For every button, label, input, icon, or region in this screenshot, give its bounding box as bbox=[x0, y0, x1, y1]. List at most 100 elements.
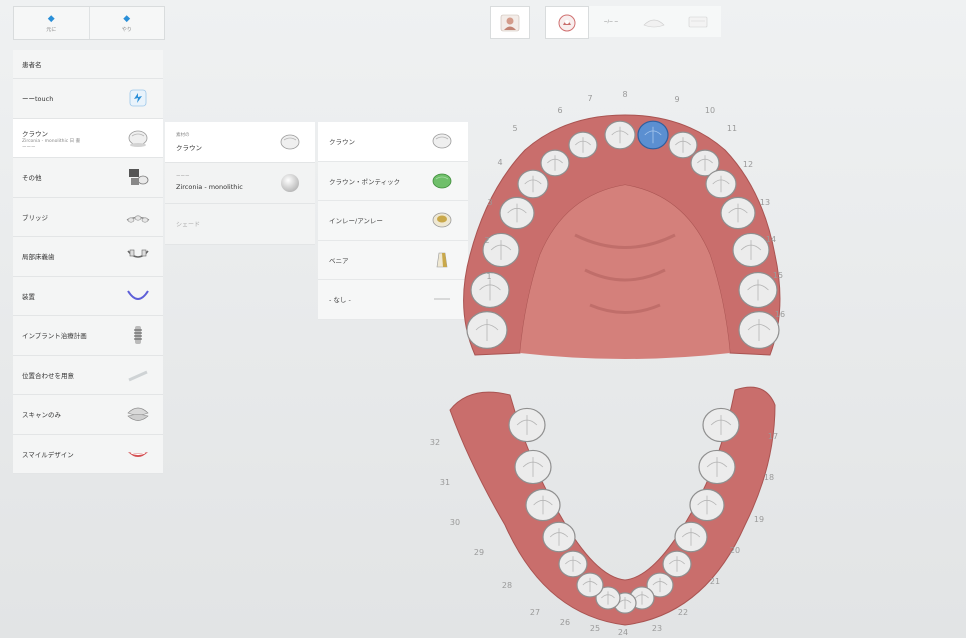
undo-label: 元に bbox=[46, 26, 57, 33]
tooth-number-10: 10 bbox=[705, 106, 715, 115]
panel-item-label: 位置合わせを用意 bbox=[22, 371, 74, 380]
tooth-number-23: 23 bbox=[652, 624, 662, 633]
tooth-number-24: 24 bbox=[618, 628, 628, 637]
panel-item-shade: ーーー bbox=[22, 144, 36, 150]
tooth-number-3: 3 bbox=[487, 198, 492, 207]
material-column: 素材の クラウン ーーー Zirconia - monolithic シェード bbox=[165, 122, 315, 245]
crown-icon bbox=[128, 130, 148, 147]
patient-name-label: 患者名 bbox=[22, 61, 42, 69]
material-item-caption: 素材の bbox=[176, 133, 190, 138]
undo-button[interactable]: ◆ 元に bbox=[14, 7, 89, 39]
redo-button[interactable]: ◆ やり bbox=[88, 7, 165, 39]
tooth-number-18: 18 bbox=[764, 473, 774, 482]
shade-label: シェード bbox=[176, 221, 201, 229]
bridge-icon bbox=[126, 215, 150, 223]
tooth-number-22: 22 bbox=[678, 608, 688, 617]
redo-arrow-icon: ◆ bbox=[123, 13, 131, 24]
restoration-toolbar: ー/ー ー bbox=[545, 6, 721, 39]
tooth-number-6: 6 bbox=[557, 106, 562, 115]
tooth-number-2: 2 bbox=[484, 236, 489, 245]
tooth-number-5: 5 bbox=[512, 124, 517, 133]
tooth-number-14: 14 bbox=[766, 235, 776, 244]
tooth-number-9: 9 bbox=[674, 95, 679, 104]
material-item-shade[interactable]: シェード bbox=[165, 204, 315, 245]
panel-item-label: クラウン bbox=[22, 129, 48, 138]
panel-header: 患者名 bbox=[13, 50, 163, 79]
panel-item-label: 局部床義歯 bbox=[22, 253, 55, 262]
tooth-number-31: 31 bbox=[440, 478, 450, 487]
panel-item-label: ーーtouch bbox=[22, 95, 54, 104]
material-item-label: Zirconia - monolithic bbox=[176, 183, 243, 191]
tooth-number-26: 26 bbox=[560, 618, 570, 627]
panel-item-implant[interactable]: インプラント治療計画 bbox=[13, 316, 163, 356]
jaw-view-icon bbox=[643, 19, 665, 27]
tooth-number-32: 32 bbox=[430, 438, 440, 447]
panel-item-alignment[interactable]: 位置合わせを用意 bbox=[13, 356, 163, 395]
implant-icon bbox=[134, 326, 142, 345]
tooth-view-button[interactable]: ー/ー ー bbox=[589, 6, 633, 37]
jaw-view-button[interactable] bbox=[633, 6, 675, 37]
panel-item-crown[interactable]: クラウン Zirconia - monolithic 日 書 ーーー bbox=[13, 118, 163, 158]
scan-only-icon bbox=[127, 407, 149, 422]
panel-item-appliance[interactable]: 装置 bbox=[13, 277, 163, 316]
tooth-number-30: 30 bbox=[450, 518, 460, 527]
restoration-view-button[interactable] bbox=[545, 6, 589, 39]
panel-item-label: スキャンのみ bbox=[22, 411, 61, 420]
material-item-caption: ーーー bbox=[176, 174, 190, 179]
tooth-number-15: 15 bbox=[773, 271, 783, 280]
panel-item-label: ブリッジ bbox=[22, 213, 48, 222]
other-icon bbox=[129, 169, 149, 186]
scan-view-icon bbox=[688, 16, 708, 27]
tooth-number-21: 21 bbox=[710, 577, 720, 586]
restoration-view-icon bbox=[558, 14, 576, 31]
tooth-view-label: ー/ー ー bbox=[603, 18, 619, 24]
appliance-icon bbox=[127, 290, 149, 300]
tooth-number-13: 13 bbox=[760, 198, 770, 207]
tooth-number-27: 27 bbox=[530, 608, 540, 617]
tooth-number-17: 17 bbox=[768, 432, 778, 441]
view-toolbar bbox=[490, 6, 530, 39]
tooth-number-16: 16 bbox=[775, 310, 785, 319]
alignment-icon bbox=[128, 370, 148, 382]
touch-icon bbox=[129, 89, 147, 107]
dental-arch-viewer[interactable]: 1234567 891011121314151617181920212223242… bbox=[415, 85, 805, 638]
undo-redo-group: ◆ 元に ◆ やり bbox=[13, 6, 165, 40]
tooth-number-1: 1 bbox=[486, 272, 491, 281]
type-item-label: インレー/アンレー bbox=[329, 217, 383, 226]
panel-item-touch[interactable]: ーーtouch bbox=[13, 79, 163, 119]
tooth-number-19: 19 bbox=[754, 515, 764, 524]
panel-item-partial-denture[interactable]: 局部床義歯 bbox=[13, 237, 163, 277]
panel-item-bridge[interactable]: ブリッジ bbox=[13, 198, 163, 237]
tooth-number-11: 11 bbox=[727, 124, 737, 133]
type-item-label: クラウン・ポンティック bbox=[329, 177, 401, 186]
tooth-number-20: 20 bbox=[730, 546, 740, 555]
patient-view-button[interactable] bbox=[490, 6, 530, 39]
zirconia-sphere-icon bbox=[281, 174, 299, 192]
tooth-number-12: 12 bbox=[743, 160, 753, 169]
material-item-crown[interactable]: 素材の クラウン bbox=[165, 122, 315, 163]
crown-icon bbox=[280, 134, 300, 150]
panel-item-label: その他 bbox=[22, 174, 42, 183]
panel-item-smile-design[interactable]: スマイルデザイン bbox=[13, 435, 163, 474]
type-item-label: クラウン bbox=[329, 138, 355, 147]
tooth-number-25: 25 bbox=[590, 624, 600, 633]
tooth-number-8: 8 bbox=[622, 90, 627, 99]
indication-panel: 患者名 ーーtouch クラウン Zirconia - monolithic 日… bbox=[13, 50, 163, 474]
type-item-label: ベニア bbox=[329, 256, 349, 265]
material-item-label: クラウン bbox=[176, 144, 202, 152]
panel-item-other[interactable]: その他 bbox=[13, 158, 163, 198]
scan-view-button[interactable] bbox=[675, 6, 721, 37]
patient-view-icon bbox=[500, 14, 520, 31]
smile-design-icon bbox=[128, 451, 148, 457]
partial-denture-icon bbox=[127, 249, 149, 259]
type-item-label: - なし - bbox=[329, 296, 351, 305]
panel-item-label: 装置 bbox=[22, 292, 35, 301]
tooth-number-29: 29 bbox=[474, 548, 484, 557]
panel-item-scan-only[interactable]: スキャンのみ bbox=[13, 395, 163, 435]
tooth-number-28: 28 bbox=[502, 581, 512, 590]
panel-item-label: インプラント治療計画 bbox=[22, 332, 87, 341]
panel-item-label: スマイルデザイン bbox=[22, 450, 74, 459]
tooth-number-7: 7 bbox=[587, 94, 592, 103]
undo-arrow-icon: ◆ bbox=[47, 13, 55, 24]
material-item-zirconia[interactable]: ーーー Zirconia - monolithic bbox=[165, 163, 315, 204]
